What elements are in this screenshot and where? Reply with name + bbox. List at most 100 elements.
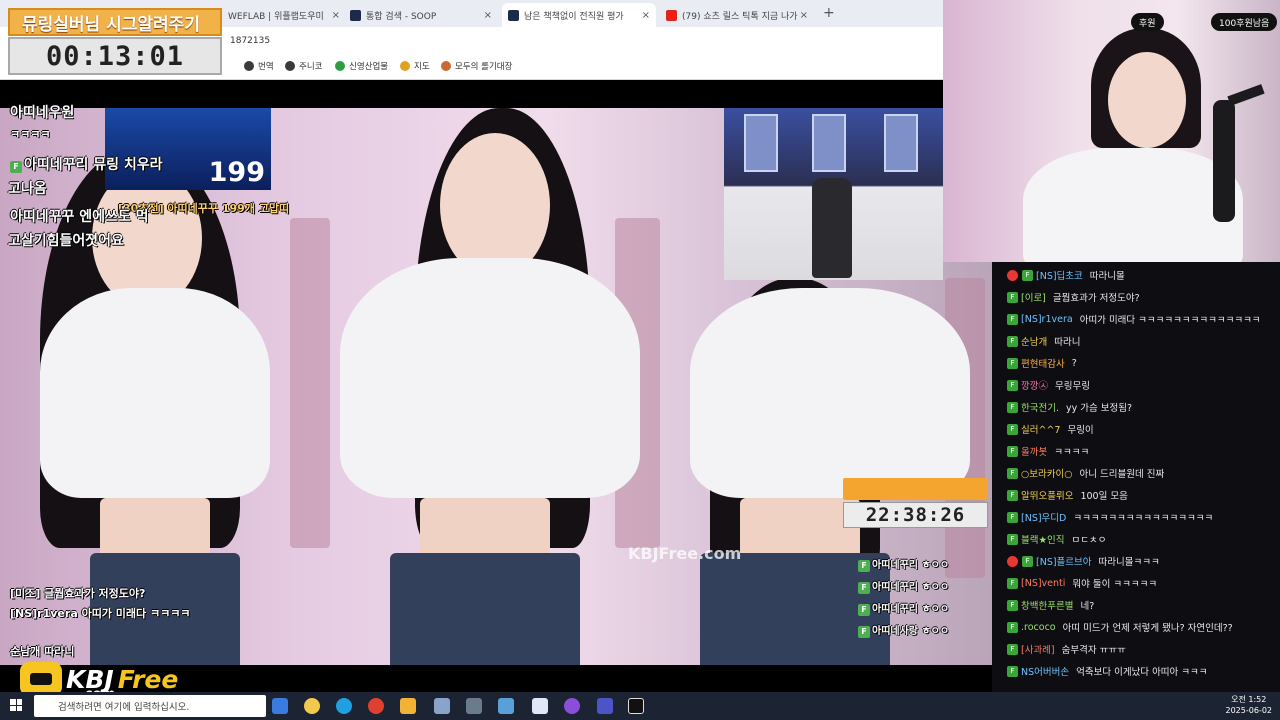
video-chat-line: 아띠네꾸꾸 엔에쓰도 먹 [10,209,149,225]
game-inset: 199 [105,108,271,190]
chat-message: F [이로] 글뭡효과가 저정도야? [1007,290,1140,304]
edge-icon[interactable] [336,698,352,714]
figure-waist [420,498,550,558]
video-frame-center [330,108,660,665]
chat-nickname[interactable]: ○보라카이○ [1021,466,1073,480]
chat-message: F NS어버버손 억축보다 이게났다 아띠아 ㅋㅋㅋ [1007,664,1208,678]
chat-nickname[interactable]: 순남개 [1021,334,1047,348]
tv-icon [20,662,62,696]
chat-nickname[interactable]: 올까봇 [1021,444,1047,458]
cam-label-right: 100후원남음 [1211,13,1278,31]
screen: WEFLAB | 위플랩도우미 × 통합 검색 - SOOP × 남은 책책없이… [0,0,1280,720]
chat-text: 아띠가 미래다 ㅋㅋㅋㅋㅋㅋㅋㅋㅋㅋㅋㅋㅋㅋ [1079,315,1261,326]
chat-nickname[interactable]: [NS]딥초코 [1036,268,1083,282]
tab-label: (79) 쇼츠 릴스 틱톡 지금 나가 [682,11,798,22]
chat-nickname[interactable]: 알뛰오플뤼오 [1021,488,1073,502]
address-bar-text[interactable]: 1872135 [230,36,270,46]
soop-favicon-icon [350,9,361,21]
copilot-icon[interactable] [272,698,288,714]
chat-nickname[interactable]: 실러^^7 [1021,422,1060,436]
fan-badge-icon: F [1007,313,1018,325]
room-poster [812,114,846,172]
chat-text: 아띠 미드가 언제 저렇게 됐나? 자연인데?? [1062,623,1233,634]
bookmark-sinyoung[interactable]: 신영산업물 [335,60,388,72]
chat-text: 100일 모음 [1080,491,1128,502]
windows-taskbar: 검색하려면 여기에 입력하십시오. 오전 1:52 2025-06-02 [0,692,1280,720]
chat-message: F 깡깡㉦ 무링무링 [1007,378,1090,392]
figure-face [440,133,550,278]
chat-message: F 창백한푸른별 네? [1007,598,1094,612]
calculator-icon[interactable] [466,698,482,714]
tab-active-stream[interactable]: 남은 책책없이 전직원 평가 × [502,3,656,27]
fan-badge-icon: F [1007,401,1018,413]
tab-weflab[interactable]: WEFLAB | 위플랩도우미 × [222,3,346,27]
kbjfree-watermark: KBJFree.com [628,544,742,563]
chat-nickname[interactable]: [이로] [1021,290,1046,304]
bookmark-icon [441,61,451,71]
tab-soop-search[interactable]: 통합 검색 - SOOP × [344,3,498,27]
bookmark-lol[interactable]: 모두의 롤기대장 [441,60,512,72]
obs-icon[interactable] [564,698,580,714]
tab-youtube[interactable]: (79) 쇼츠 릴스 틱톡 지금 나가 × [660,3,814,27]
video-chat-line: [NS]r1vera 아띠가 미래다 ㅋㅋㅋㅋ [10,607,191,620]
fan-badge-icon: F [1007,489,1018,501]
chat-text: 네? [1080,601,1095,612]
app-icon[interactable] [434,698,450,714]
chat-nickname[interactable]: [사과례] [1021,642,1055,656]
close-icon[interactable]: × [642,10,650,21]
inset-number: 199 [208,157,265,188]
video-top-bar [0,80,943,108]
chat-nickname[interactable]: [NS]플르브아 [1036,554,1092,568]
chat-nickname[interactable]: NS어버버손 [1021,664,1069,678]
teams-icon[interactable] [597,698,613,714]
fan-badge-icon: F [1007,643,1018,655]
close-icon[interactable]: × [484,10,492,21]
video-chat-small: F 아띠네꾸리 ㅎㅇㅇ [858,600,949,616]
chat-nickname[interactable]: [NS]venti [1021,578,1065,589]
close-icon[interactable]: × [800,10,808,21]
video-chat-small: F 아띠네꾸리 ㅎㅇㅇ [858,578,949,594]
chat-message: F [NS]우디D ㅋㅋㅋㅋㅋㅋㅋㅋㅋㅋㅋㅋㅋㅋㅋㅋ [1007,510,1213,524]
chat-text: 따라니 [1054,337,1081,348]
chat-text: 무링이 [1067,425,1094,436]
video-chat-line: [미조] 글뭡효과가 저정도야? [10,587,146,600]
chat-nickname[interactable]: 창백한푸른별 [1021,598,1073,612]
bookmark-icon [285,61,295,71]
fan-badge-icon: F [1007,445,1018,457]
mission-timer: 00:13:01 [8,37,222,75]
bookmark-translate[interactable]: 번역 [244,60,274,72]
chat-nickname[interactable]: 깡깡㉦ [1021,378,1048,392]
app-icon[interactable] [498,698,514,714]
chat-nickname[interactable]: [NS]우디D [1021,510,1066,524]
chrome-icon[interactable] [368,698,384,714]
video-chat-line: 고살기힘들어졋어요 [8,233,124,249]
kakaotalk-icon[interactable] [304,698,320,714]
chat-text: 따라니몰 [1089,271,1125,282]
chat-nickname[interactable]: 블랙★인직 [1021,532,1064,546]
chat-nickname[interactable]: 편현태감사 [1021,356,1065,370]
taskbar-search-input[interactable]: 검색하려면 여기에 입력하십시오. [34,695,266,717]
map-pin-icon [400,61,410,71]
fan-badge-icon: F [1007,291,1018,303]
windows-start-icon[interactable] [10,699,22,711]
chat-message: F ○보라카이○ 아니 드리블원데 진짜 [1007,466,1164,480]
soop-favicon-icon [508,9,519,21]
chat-nickname[interactable]: 한국전기. [1021,400,1059,414]
system-clock[interactable]: 오전 1:52 2025-06-02 [1226,694,1273,716]
file-explorer-icon[interactable] [400,698,416,714]
chat-message: F 알뛰오플뤼오 100일 모음 [1007,488,1128,502]
chat-text: ㅋㅋㅋㅋㅋㅋㅋㅋㅋㅋㅋㅋㅋㅋㅋㅋ [1073,513,1214,524]
app-icon[interactable] [628,698,644,714]
fan-badge-icon: F [1007,621,1018,633]
video-chat-line: ㅋㅋㅋㅋ [10,128,51,141]
room-poster [744,114,778,172]
chat-nickname[interactable]: [NS]r1vera [1021,314,1073,325]
bookmark-map[interactable]: 지도 [400,60,430,72]
bookmark-juniko[interactable]: 주니코 [285,60,322,72]
close-icon[interactable]: × [332,10,340,21]
notepad-icon[interactable] [532,698,548,714]
new-tab-icon[interactable]: + [823,5,835,21]
fan-badge-icon: F [1007,665,1018,677]
chat-nickname[interactable]: .rococo [1021,622,1056,633]
subscriber-heart-icon [1007,555,1018,567]
